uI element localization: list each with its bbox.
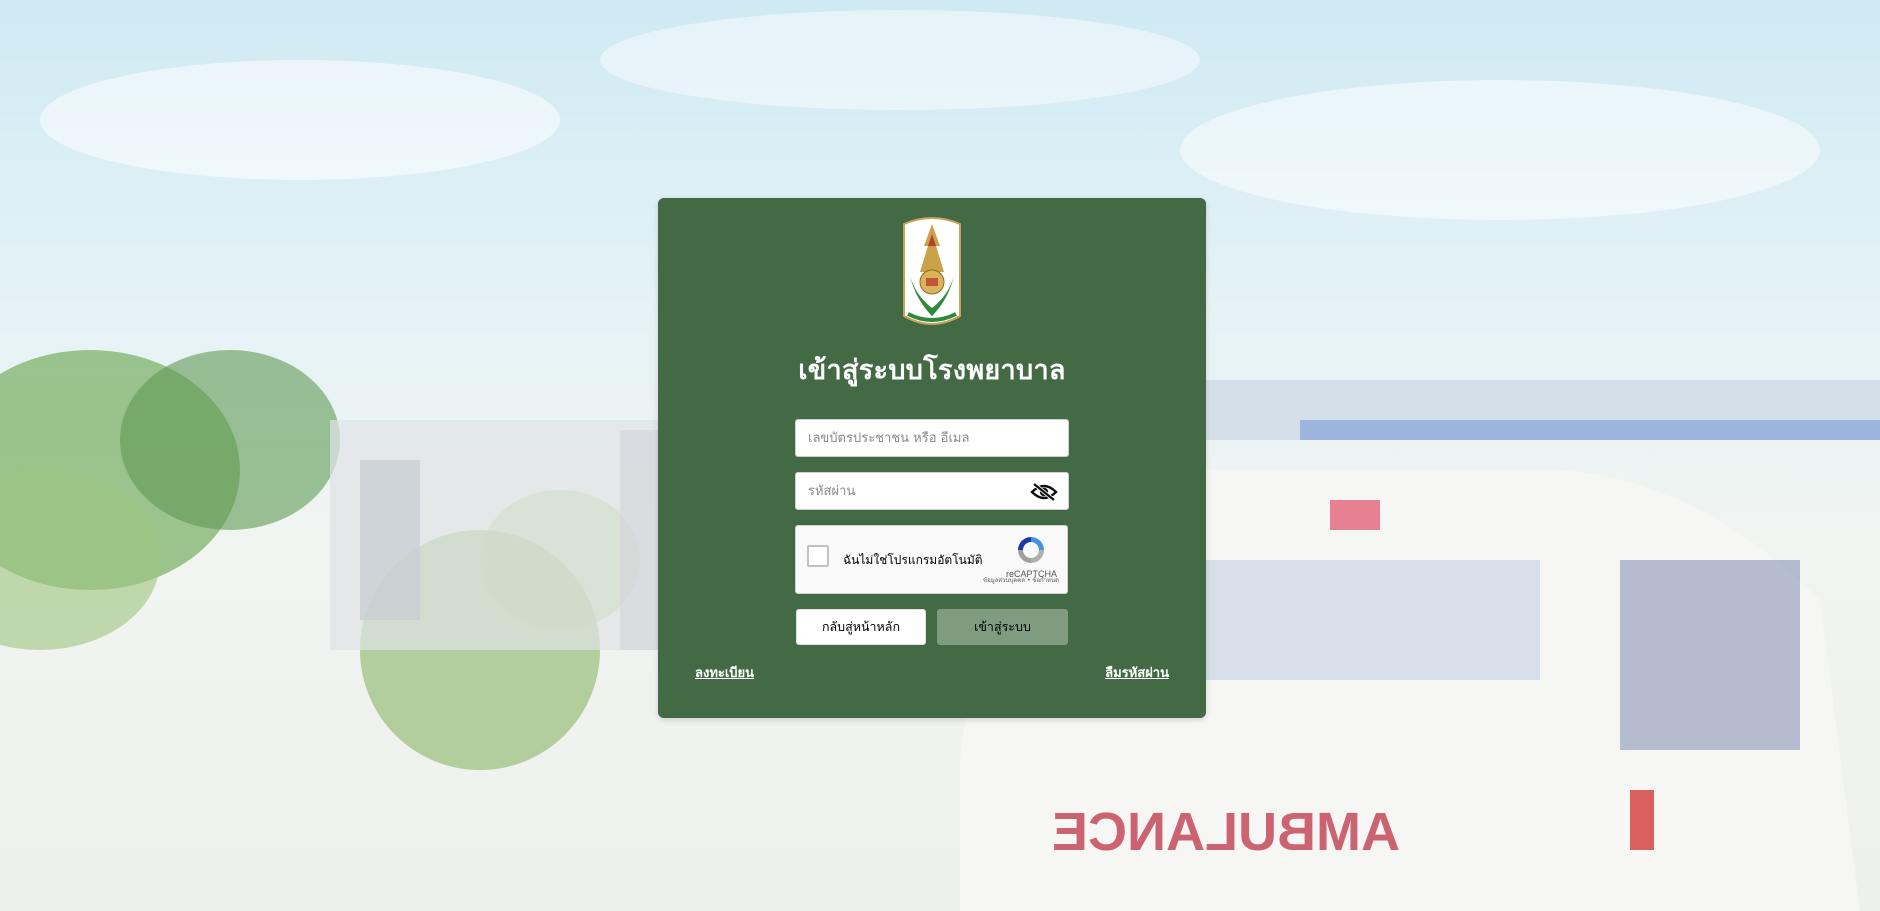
login-button[interactable]: เข้าสู่ระบบ: [937, 609, 1068, 645]
back-to-home-button[interactable]: กลับสู่หน้าหลัก: [796, 609, 926, 645]
page-title: เข้าสู่ระบบโรงพยาบาล: [798, 355, 1066, 386]
recaptcha-icon: [1018, 537, 1044, 563]
recaptcha-label: ฉันไม่ใช่โปรแกรมอัตโนมัติ: [843, 553, 983, 567]
hospital-emblem-logo: [903, 217, 961, 325]
forgot-password-link[interactable]: ลืมรหัสผ่าน: [1105, 662, 1169, 683]
recaptcha-checkbox[interactable]: [807, 545, 829, 567]
username-input[interactable]: [796, 420, 1068, 456]
username-field[interactable]: [795, 419, 1069, 457]
password-input[interactable]: [796, 473, 1068, 509]
recaptcha-widget: ฉันไม่ใช่โปรแกรมอัตโนมัติ reCAPTCHA ข้อม…: [795, 525, 1068, 594]
register-link[interactable]: ลงทะเบียน: [695, 662, 754, 683]
svg-text:AMBULANCE: AMBULANCE: [1052, 802, 1400, 862]
password-field[interactable]: [795, 472, 1069, 510]
login-card: เข้าสู่ระบบโรงพยาบาล ฉันไม่ใช่โปรแกรมอัต…: [658, 198, 1206, 718]
eye-slash-icon[interactable]: [1030, 482, 1058, 502]
recaptcha-links[interactable]: ข้อมูลส่วนบุคคล • ข้อกำหนด: [959, 575, 1059, 585]
